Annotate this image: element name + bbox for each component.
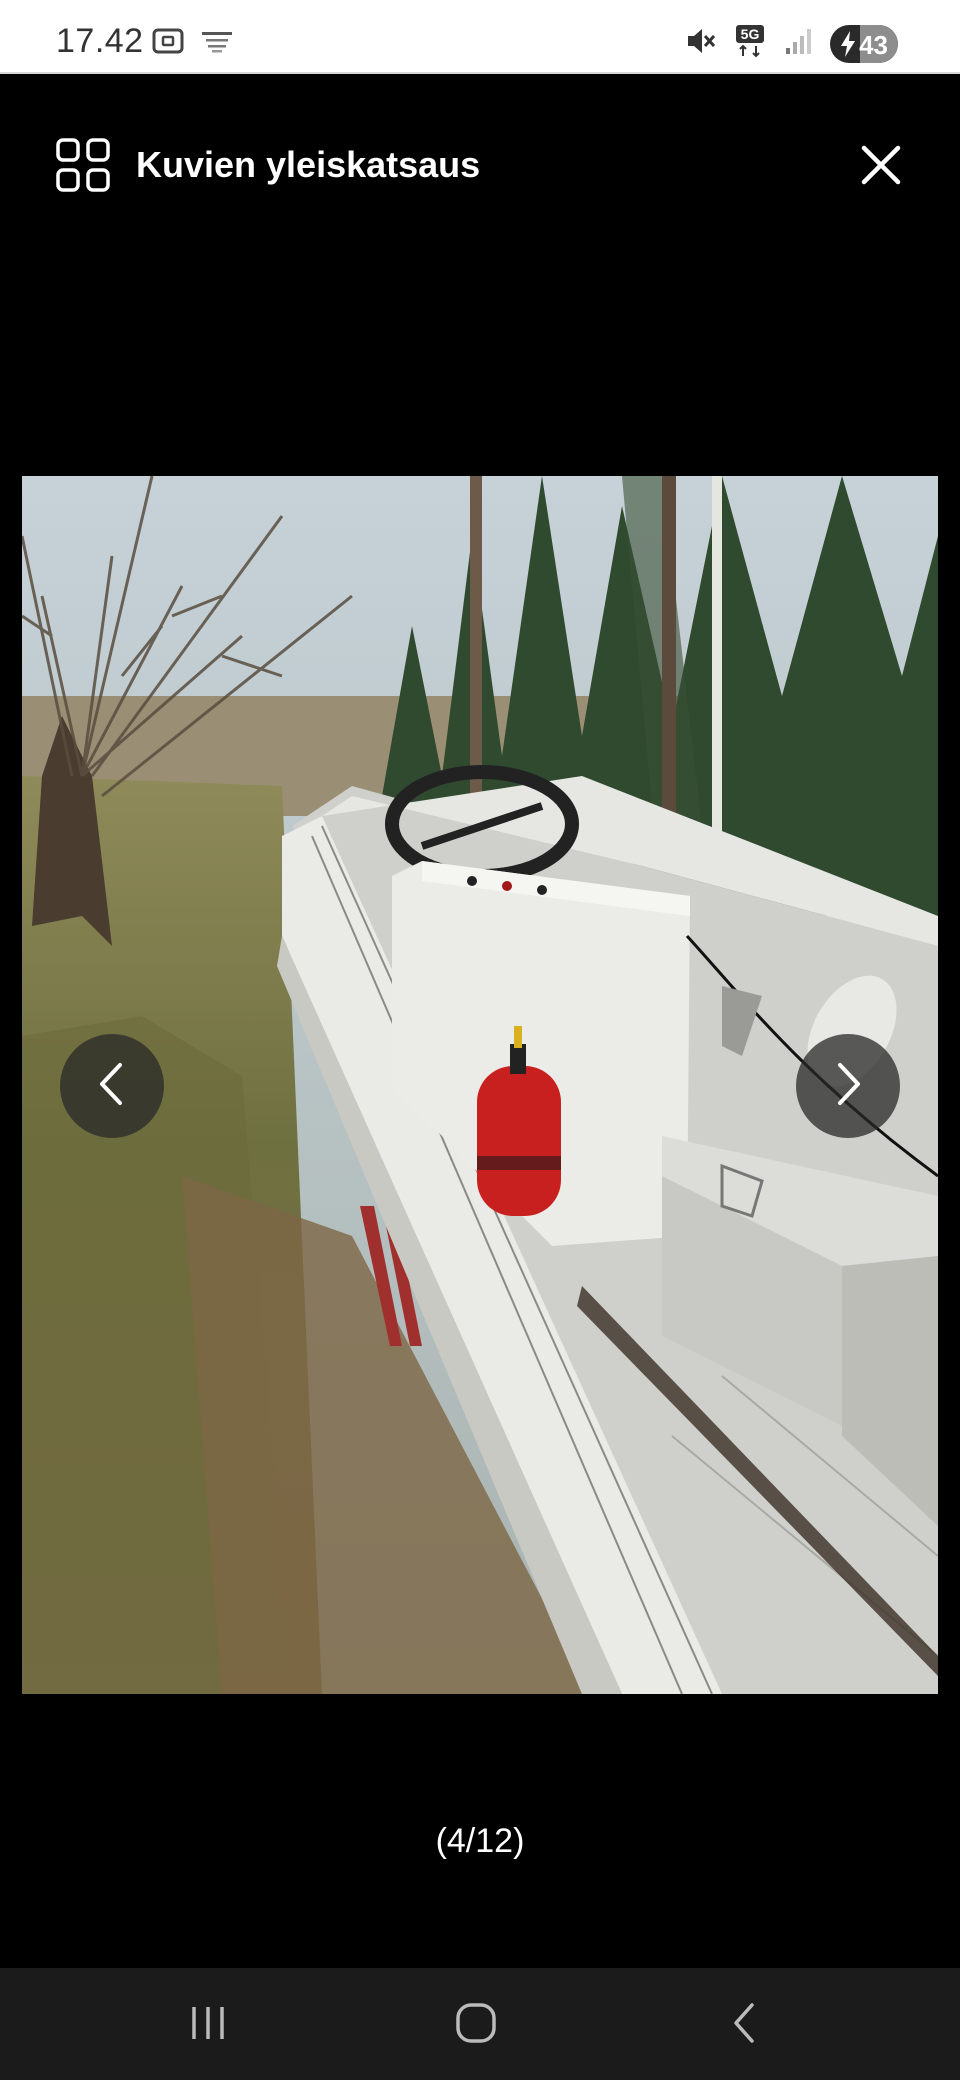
status-left-icons [152, 26, 236, 61]
battery-charging-icon: 43 [830, 24, 898, 63]
status-bar: 17.42 5G 43 [0, 0, 960, 74]
back-icon[interactable] [716, 1998, 776, 2048]
svg-text:5G: 5G [741, 26, 760, 42]
close-icon[interactable] [856, 140, 906, 190]
network-5g-icon: 5G [734, 24, 766, 63]
navigation-bar [0, 1968, 960, 2080]
screenshot-icon [152, 26, 186, 61]
home-icon[interactable] [446, 1998, 506, 2048]
status-time: 17.42 [56, 22, 144, 60]
mute-icon [684, 25, 716, 62]
chevron-right-icon [828, 1059, 868, 1114]
app-badge-icon [200, 26, 236, 61]
grid-icon[interactable] [56, 138, 110, 192]
next-image-button[interactable] [796, 1034, 900, 1138]
status-right-icons: 5G 43 [684, 24, 898, 63]
page-title[interactable]: Kuvien yleiskatsaus [136, 144, 480, 186]
image-counter: (4/12) [435, 1822, 525, 1860]
previous-image-button[interactable] [60, 1034, 164, 1138]
signal-icon [784, 26, 812, 61]
battery-level: 43 [859, 29, 888, 60]
recent-apps-icon[interactable] [178, 1998, 238, 2048]
chevron-left-icon [92, 1059, 132, 1114]
viewer-header: Kuvien yleiskatsaus [0, 130, 960, 202]
